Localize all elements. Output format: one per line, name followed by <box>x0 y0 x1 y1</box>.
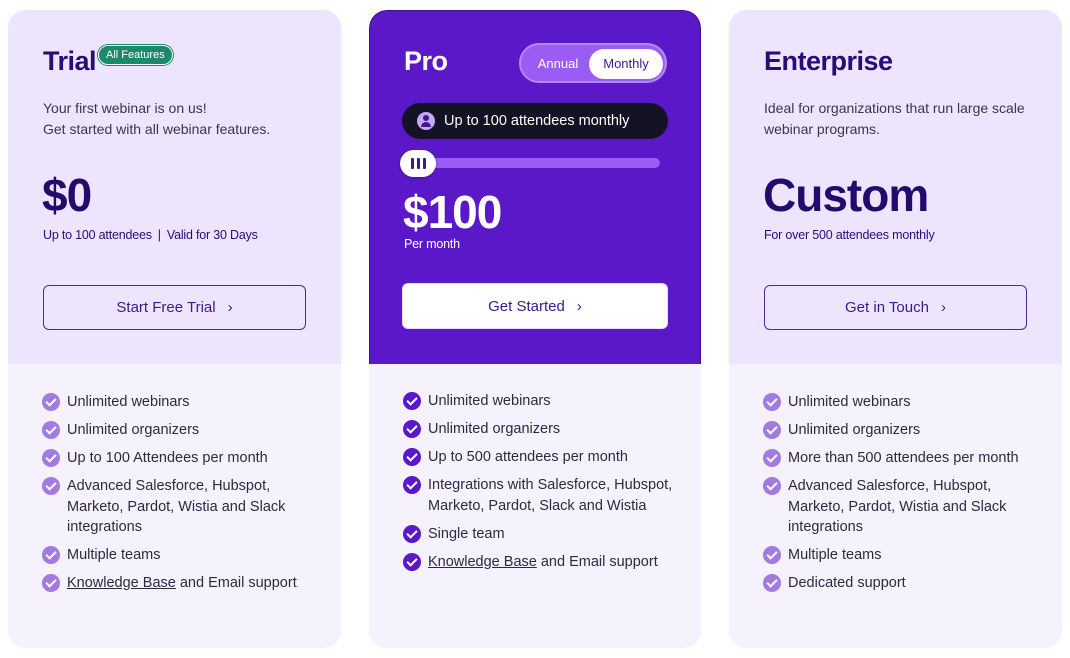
pricing-card-pro: Pro Annual Monthly Up to 100 attendees m… <box>369 10 701 648</box>
trial-price-details: Up to 100 attendees | Valid for 30 Days <box>43 228 258 242</box>
check-circle-icon <box>403 392 421 410</box>
get-in-touch-label: Get in Touch <box>845 299 929 316</box>
toggle-annual[interactable]: Annual <box>525 49 591 79</box>
feature-item: Advanced Salesforce, Hubspot, Marketo, P… <box>42 476 322 538</box>
get-started-button[interactable]: Get Started › <box>402 283 668 329</box>
feature-item: More than 500 attendees per month <box>763 448 1043 469</box>
check-circle-icon <box>763 546 781 564</box>
check-circle-icon <box>403 476 421 494</box>
feature-item: Unlimited webinars <box>42 392 322 413</box>
attendee-count-display: Up to 100 attendees monthly <box>402 103 668 139</box>
feature-item: Integrations with Salesforce, Hubspot, M… <box>403 475 683 516</box>
toggle-monthly[interactable]: Monthly <box>589 49 663 79</box>
feature-text: Up to 100 Attendees per month <box>67 450 268 466</box>
feature-text: Up to 500 attendees per month <box>428 449 628 465</box>
divider: | <box>157 228 161 242</box>
feature-item: Knowledge Base and Email support <box>42 573 322 594</box>
slider-handle-icon[interactable] <box>400 150 436 177</box>
plan-title-trial: Trial <box>43 46 97 76</box>
check-circle-icon <box>763 449 781 467</box>
feature-item: Knowledge Base and Email support <box>403 552 683 573</box>
feature-item: Up to 100 Attendees per month <box>42 448 322 469</box>
person-icon <box>417 112 435 130</box>
feature-item: Dedicated support <box>763 573 1043 594</box>
feature-item: Unlimited organizers <box>763 420 1043 441</box>
check-circle-icon <box>42 546 60 564</box>
pro-feature-list: Unlimited webinars Unlimited organizers … <box>403 391 683 580</box>
feature-text: Single team <box>428 525 505 542</box>
pricing-card-enterprise: Enterprise Ideal for organizations that … <box>729 10 1062 648</box>
check-circle-icon <box>42 574 60 592</box>
feature-text: Multiple teams <box>67 547 161 563</box>
start-free-trial-button[interactable]: Start Free Trial › <box>43 285 306 330</box>
trial-description-line-2: Get started with all webinar features. <box>43 121 271 137</box>
feature-item: Unlimited webinars <box>403 391 683 412</box>
check-circle-icon <box>403 552 421 571</box>
knowledge-base-link[interactable]: Knowledge Base <box>428 554 537 570</box>
check-circle-icon <box>763 393 781 411</box>
check-circle-icon <box>42 393 60 411</box>
get-in-touch-button[interactable]: Get in Touch › <box>764 285 1027 330</box>
feature-text: Advanced Salesforce, Hubspot, Marketo, P… <box>67 478 286 535</box>
all-features-badge: All Features <box>98 45 173 65</box>
check-circle-icon <box>42 421 60 439</box>
support-text: and Email support <box>536 553 658 570</box>
get-started-label: Get Started <box>488 297 565 315</box>
feature-item: Advanced Salesforce, Hubspot, Marketo, P… <box>763 476 1043 538</box>
plan-title-enterprise: Enterprise <box>764 46 893 76</box>
attendee-count-label: Up to 100 attendees monthly <box>444 113 630 129</box>
pro-price-period: Per month <box>404 237 460 251</box>
feature-text: Multiple teams <box>788 547 882 563</box>
feature-item: Multiple teams <box>42 545 322 566</box>
check-circle-icon <box>763 477 781 495</box>
check-circle-icon <box>403 524 421 543</box>
check-circle-icon <box>42 477 60 495</box>
trial-feature-list: Unlimited webinars Unlimited organizers … <box>42 392 322 601</box>
feature-text: Dedicated support <box>788 575 906 591</box>
feature-text: Unlimited webinars <box>67 394 190 410</box>
check-circle-icon <box>403 448 421 466</box>
pricing-card-trial: Trial All Features Your first webinar is… <box>8 10 341 648</box>
feature-item: Multiple teams <box>763 545 1043 566</box>
trial-price: $0 <box>42 169 92 221</box>
chevron-right-icon: › <box>576 297 582 315</box>
feature-text: Knowledge Base and Email support <box>67 573 297 594</box>
attendee-slider-track[interactable] <box>402 158 660 168</box>
trial-validity: Valid for 30 Days <box>166 228 258 242</box>
check-circle-icon <box>763 421 781 439</box>
feature-item: Unlimited webinars <box>763 392 1043 413</box>
chevron-right-icon: › <box>940 299 946 316</box>
check-circle-icon <box>763 574 781 592</box>
feature-item: Single team <box>403 524 683 545</box>
feature-text: Unlimited organizers <box>788 422 921 438</box>
feature-text: Integrations with Salesforce, Hubspot, M… <box>428 477 673 514</box>
check-circle-icon <box>403 420 421 438</box>
support-text: and Email support <box>175 575 297 591</box>
feature-item: Unlimited organizers <box>42 420 322 441</box>
knowledge-base-link[interactable]: Knowledge Base <box>67 575 176 591</box>
pro-price: $100 <box>403 186 502 238</box>
start-free-trial-label: Start Free Trial <box>116 299 216 316</box>
feature-item: Unlimited organizers <box>403 419 683 440</box>
billing-period-toggle: Annual Monthly <box>519 43 667 83</box>
feature-text: More than 500 attendees per month <box>788 450 1019 466</box>
check-circle-icon <box>42 449 60 467</box>
enterprise-price-details: For over 500 attendees monthly <box>764 228 935 242</box>
trial-description: Your first webinar is on us! Get started… <box>43 98 323 140</box>
feature-text: Advanced Salesforce, Hubspot, Marketo, P… <box>788 478 1007 535</box>
enterprise-feature-list: Unlimited webinars Unlimited organizers … <box>763 392 1043 601</box>
plan-title-pro: Pro <box>404 46 448 76</box>
feature-text: Unlimited organizers <box>428 421 561 437</box>
enterprise-price: Custom <box>763 169 929 221</box>
trial-description-line-1: Your first webinar is on us! <box>43 100 207 116</box>
trial-attendee-limit: Up to 100 attendees <box>43 228 152 242</box>
feature-item: Up to 500 attendees per month <box>403 447 683 468</box>
chevron-right-icon: › <box>227 299 233 316</box>
feature-text: Unlimited organizers <box>67 422 200 438</box>
feature-text: Unlimited webinars <box>428 393 551 409</box>
enterprise-description: Ideal for organizations that run large s… <box>764 100 1025 137</box>
feature-text: Unlimited webinars <box>788 394 911 410</box>
feature-text: Knowledge Base and Email support <box>428 552 658 573</box>
